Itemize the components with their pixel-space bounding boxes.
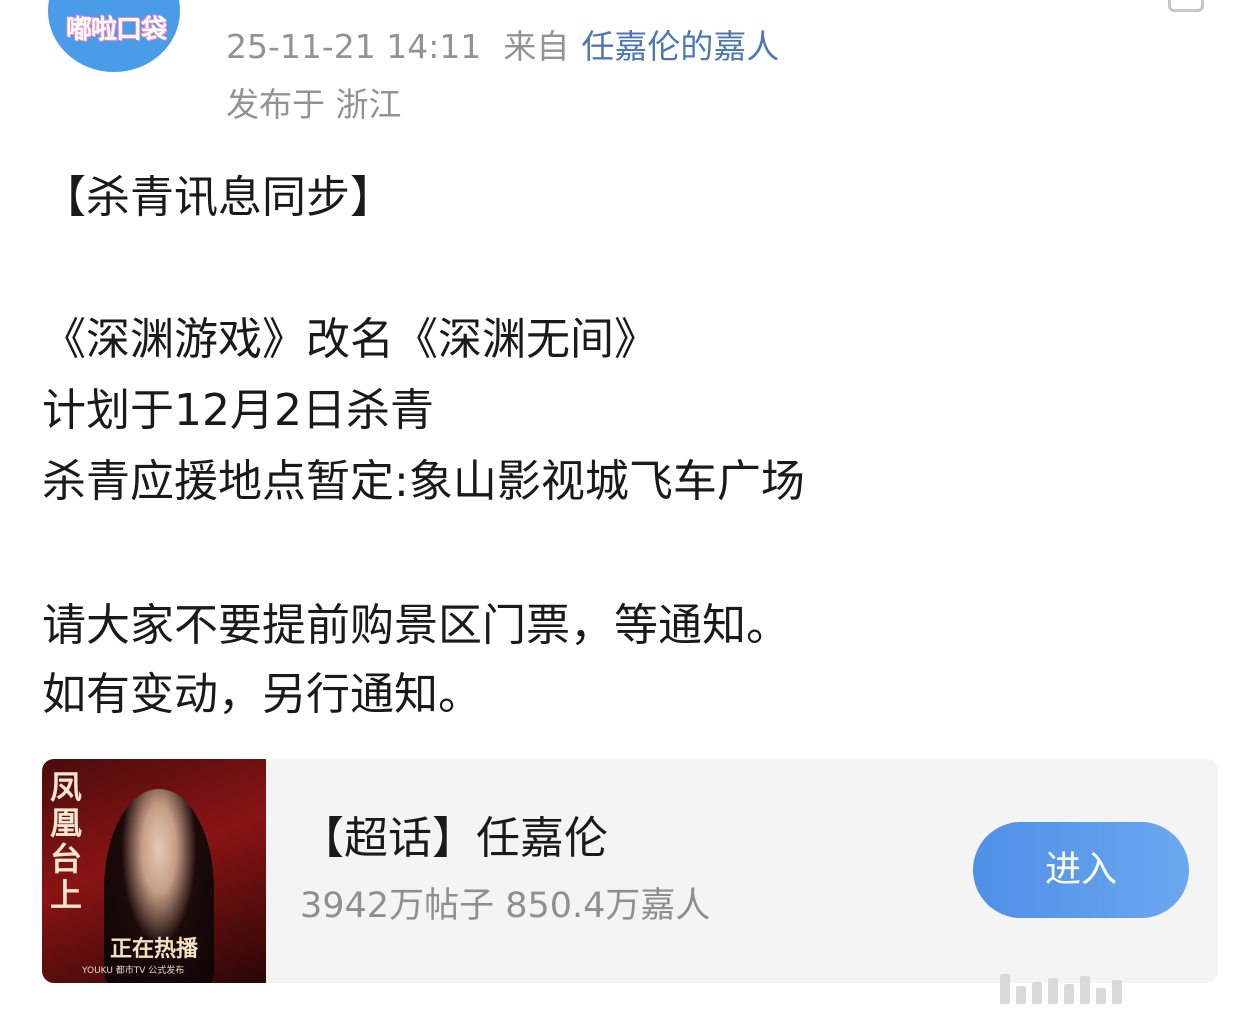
post-text-line: 【杀青讯息同步】	[42, 172, 394, 223]
avatar[interactable]: 嘟啦口袋	[48, 0, 180, 72]
source-prefix: 来自	[503, 27, 570, 66]
poster-logos: YOUKU 都市TV 公式发布	[82, 966, 185, 976]
poster-subtitle: 正在热播	[109, 937, 198, 962]
more-icon[interactable]	[1168, 0, 1204, 12]
topic-card[interactable]: 凤凰台上 正在热播 YOUKU 都市TV 公式发布 【超话】任嘉伦 3942万帖…	[42, 759, 1218, 983]
post-text-line: 请大家不要提前购景区门票，等通知。	[42, 600, 790, 651]
post-meta: 25-11-21 14:11 来自 任嘉伦的嘉人	[226, 24, 779, 70]
post-text-line: 如有变动，另行通知。	[42, 669, 482, 720]
topic-title: 【超话】任嘉伦	[300, 813, 608, 864]
post-timestamp: 25-11-21 14:11	[226, 27, 482, 66]
post-location: 发布于 浙江	[226, 85, 402, 124]
post-text-line: 杀青应援地点暂定:象山影视城飞车广场	[42, 456, 805, 507]
scroll-indicator	[1000, 968, 1220, 1004]
topic-stats: 3942万帖子 850.4万嘉人	[300, 886, 711, 926]
post-text-line: 计划于12月2日杀青	[42, 385, 434, 436]
topic-poster: 凤凰台上 正在热播 YOUKU 都市TV 公式发布	[42, 759, 266, 983]
avatar-logo: 嘟啦口袋	[65, 15, 167, 45]
poster-title: 凤凰台上	[50, 768, 83, 914]
enter-button[interactable]: 进入	[973, 822, 1189, 918]
post-text-line: 《深渊游戏》改名《深渊无间》	[42, 314, 658, 365]
source-link[interactable]: 任嘉伦的嘉人	[581, 27, 779, 66]
